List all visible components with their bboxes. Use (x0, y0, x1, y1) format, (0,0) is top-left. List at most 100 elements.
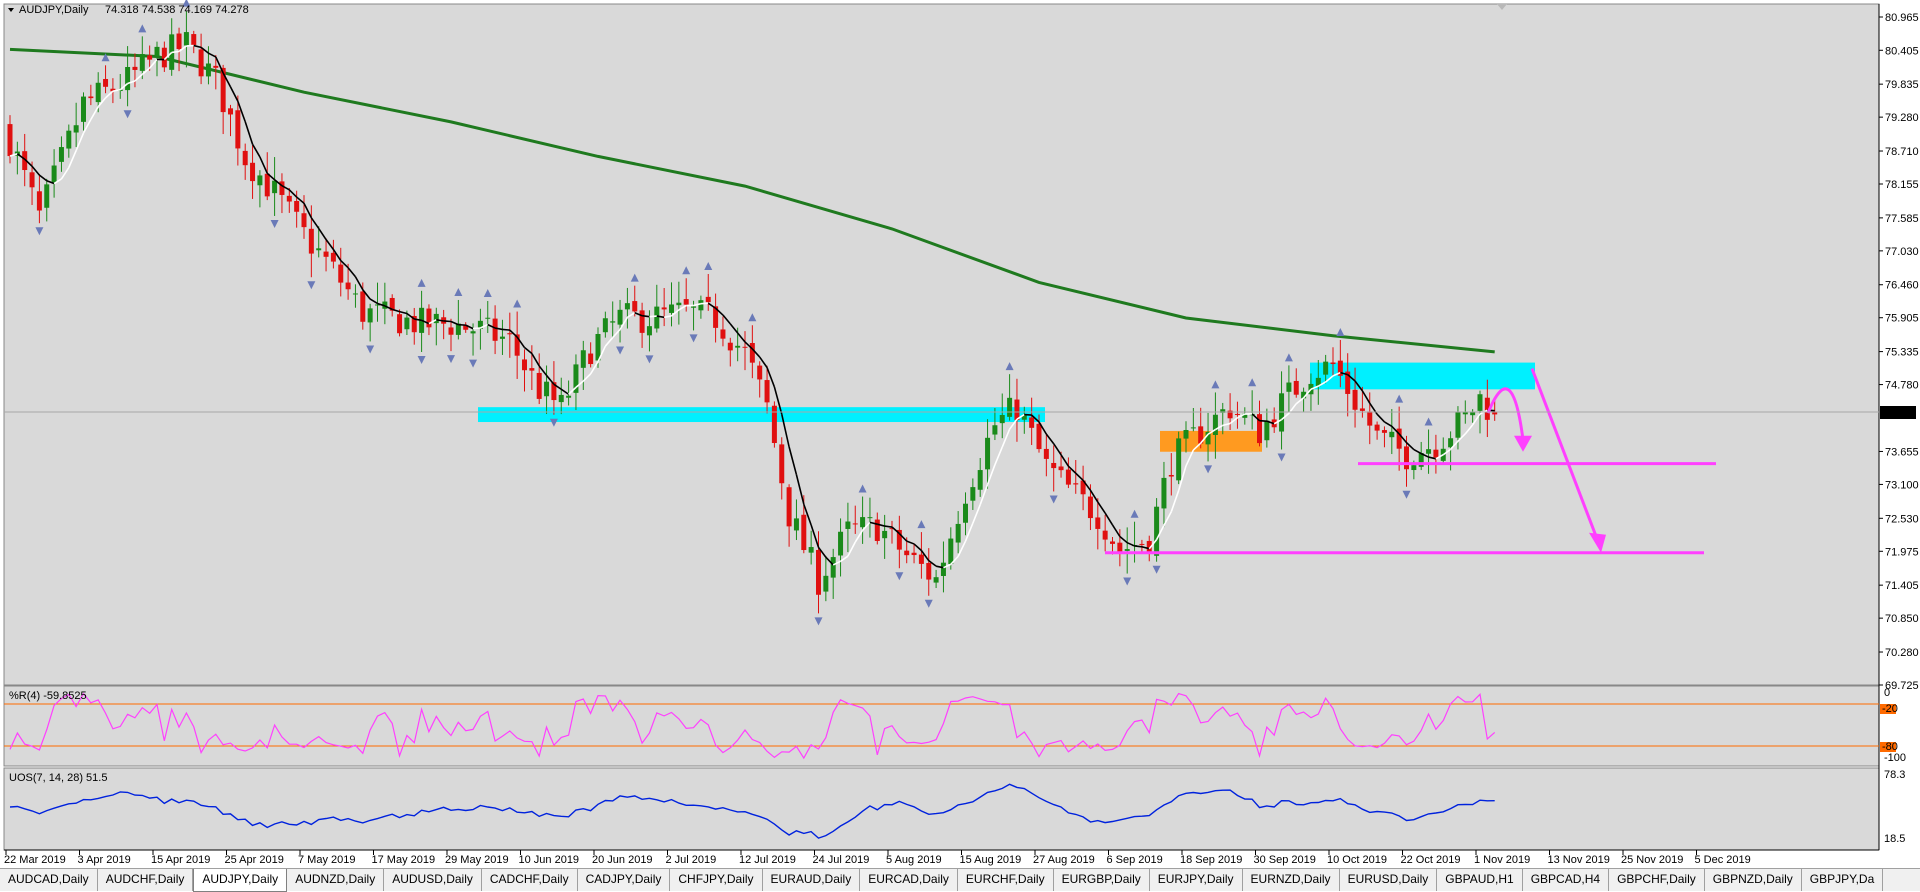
tab-eurchf-daily[interactable]: EURCHF,Daily (958, 869, 1054, 891)
tab-gbpnzd-daily[interactable]: GBPNZD,Daily (1705, 869, 1802, 891)
candle-body (1331, 362, 1336, 364)
time-axis-labels: 22 Mar 20193 Apr 201915 Apr 201925 Apr 2… (4, 850, 1751, 866)
candle-body (1103, 531, 1108, 540)
candle-body (243, 151, 248, 165)
candle-body (640, 310, 645, 332)
candle-body (588, 354, 593, 364)
candle-body (934, 577, 939, 582)
candle-body (603, 318, 608, 332)
tab-eurusd-daily[interactable]: EURUSD,Daily (1340, 869, 1438, 891)
time-tick-label: 24 Jul 2019 (813, 854, 870, 866)
time-tick-label: 25 Nov 2019 (1621, 854, 1683, 866)
candle-body (1470, 412, 1475, 415)
candle-body (1000, 415, 1005, 423)
candle-body (1448, 438, 1453, 447)
candle-body (140, 54, 145, 71)
tab-eurjpy-daily[interactable]: EURJPY,Daily (1150, 869, 1243, 891)
wpr-level-high-label: -20 (1882, 703, 1898, 715)
candle-body (88, 96, 93, 98)
tab-audchf-daily[interactable]: AUDCHF,Daily (98, 869, 194, 891)
price-tick-label: 76.460 (1885, 280, 1919, 292)
wpr-label: %R(4) -59.8525 (9, 690, 87, 702)
time-tick-label: 27 Aug 2019 (1033, 854, 1095, 866)
current-price-label: 74.278 (1882, 407, 1916, 419)
fast-average-segment (1024, 415, 1031, 416)
time-tick-label: 20 Jun 2019 (592, 854, 653, 866)
time-tick-label: 5 Dec 2019 (1695, 854, 1751, 866)
candle-body (1404, 446, 1409, 469)
candle-body (338, 265, 343, 283)
candle-body (566, 396, 571, 398)
tab-cadjpy-daily[interactable]: CADJPY,Daily (578, 869, 671, 891)
chart-canvas[interactable]: 80.96580.40579.83579.28078.71078.15577.5… (0, 0, 1920, 868)
candle-body (904, 551, 909, 556)
price-tick-label: 74.780 (1885, 380, 1919, 392)
price-tick-label: 75.905 (1885, 313, 1919, 325)
candle-body (882, 531, 887, 538)
candle-body (779, 444, 784, 483)
time-tick-label: 6 Sep 2019 (1107, 854, 1163, 866)
candle-body (331, 253, 336, 262)
tab-eurgbp-daily[interactable]: EURGBP,Daily (1054, 869, 1150, 891)
wpr-pane-background (4, 686, 1879, 766)
candle-body (132, 67, 137, 70)
time-tick-label: 5 Aug 2019 (886, 854, 942, 866)
candle-body (1169, 475, 1174, 477)
candle-body (44, 184, 49, 207)
tab-eurcad-daily[interactable]: EURCAD,Daily (860, 869, 958, 891)
tab-audcad-daily[interactable]: AUDCAD,Daily (0, 869, 98, 891)
candle-body (1014, 400, 1019, 421)
candle-body (316, 248, 321, 250)
tab-gbpaud-h1[interactable]: GBPAUD,H1 (1437, 869, 1522, 891)
ohlc-readout: 74.318 74.538 74.169 74.278 (105, 4, 249, 16)
time-tick-label: 1 Nov 2019 (1474, 854, 1530, 866)
tab-chfjpy-daily[interactable]: CHFJPY,Daily (670, 869, 762, 891)
price-axis-labels: 80.96580.40579.83579.28078.71078.15577.5… (1879, 12, 1919, 692)
candle-body (96, 83, 101, 102)
candle-body (184, 32, 189, 45)
tab-gbpcad-h4[interactable]: GBPCAD,H4 (1523, 869, 1609, 891)
tab-eurnzd-daily[interactable]: EURNZD,Daily (1243, 869, 1340, 891)
candle-body (8, 124, 13, 156)
tab-euraud-daily[interactable]: EURAUD,Daily (763, 869, 861, 891)
tab-audjpy-daily[interactable]: AUDJPY,Daily (193, 869, 287, 892)
candle-body (213, 66, 218, 68)
fast-average-segment (885, 526, 892, 527)
candle-body (1411, 465, 1416, 470)
candle-body (728, 343, 733, 351)
price-tick-label: 72.530 (1885, 513, 1919, 525)
candle-body (1463, 412, 1468, 414)
candle-body (103, 79, 108, 87)
candle-body (875, 520, 880, 541)
tab-audnzd-daily[interactable]: AUDNZD,Daily (287, 869, 384, 891)
candle-body (618, 310, 623, 325)
tab-gbpchf-daily[interactable]: GBPCHF,Daily (1609, 869, 1705, 891)
price-tick-label: 70.280 (1885, 647, 1919, 659)
tab-gbpjpy-da[interactable]: GBPJPY,Da (1802, 869, 1883, 891)
candle-body (992, 425, 997, 434)
wpr-scale-bottom: -100 (1884, 752, 1906, 764)
fast-average-segment (1135, 546, 1142, 547)
candle-body (720, 329, 725, 338)
candle-body (1426, 449, 1431, 454)
candle-body (81, 97, 86, 122)
chart-background (4, 4, 1879, 685)
candle-body (1154, 507, 1159, 556)
time-tick-label: 13 Nov 2019 (1548, 854, 1610, 866)
time-tick-label: 18 Sep 2019 (1180, 854, 1242, 866)
tab-cadchf-daily[interactable]: CADCHF,Daily (482, 869, 578, 891)
tab-audusd-daily[interactable]: AUDUSD,Daily (384, 869, 482, 891)
candle-body (125, 67, 130, 90)
candle-body (610, 321, 615, 322)
candle-body (816, 550, 821, 595)
price-tick-label: 79.280 (1885, 112, 1919, 124)
wpr-level-low-label: -80 (1882, 741, 1898, 753)
candle-body (397, 314, 402, 333)
time-tick-label: 22 Mar 2019 (4, 854, 66, 866)
candle-body (537, 373, 542, 399)
fast-average-segment (172, 51, 179, 52)
fast-average-segment (642, 316, 649, 317)
candle-body (368, 308, 373, 322)
candle-body (743, 347, 748, 348)
candle-body (199, 49, 204, 76)
